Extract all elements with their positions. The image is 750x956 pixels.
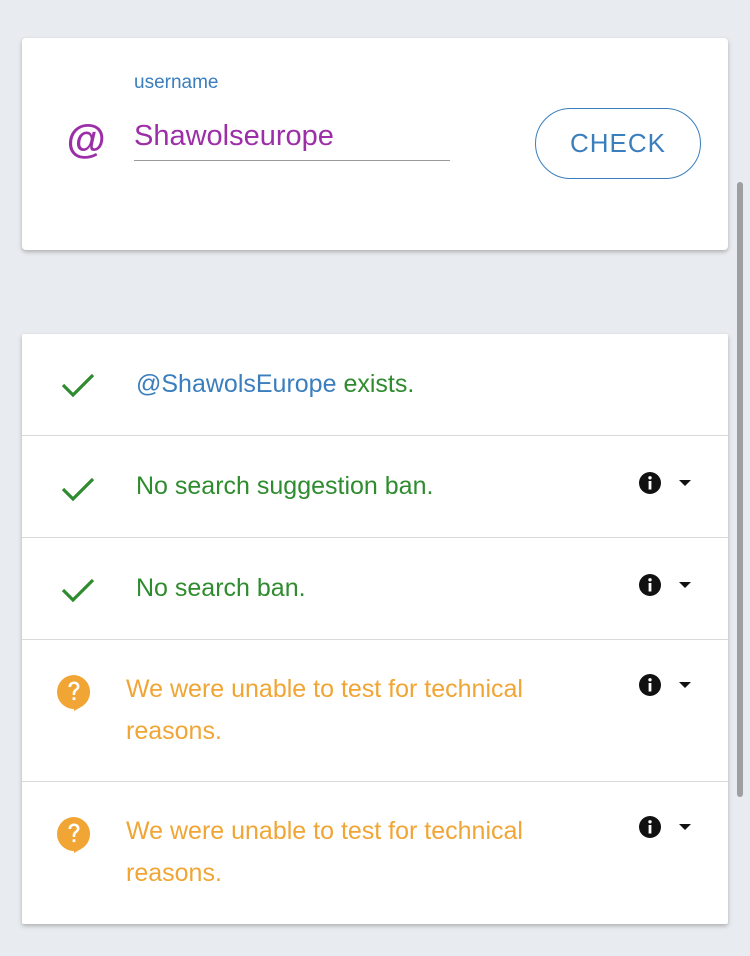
username-field-label: username — [134, 72, 219, 93]
result-exists-text: exists. — [336, 370, 415, 398]
results-card: @ShawolsEurope exists. No search suggest… — [22, 334, 728, 924]
checkmark-icon — [61, 477, 95, 502]
info-icon[interactable] — [638, 471, 662, 495]
result-text: No search ban. — [136, 574, 306, 602]
checkmark-icon — [61, 578, 95, 603]
twitter-handle-link[interactable]: @ShawolsEurope — [136, 370, 337, 398]
info-icon[interactable] — [638, 815, 662, 839]
info-icon[interactable] — [638, 573, 662, 597]
question-bubble-icon — [57, 817, 91, 853]
result-text: No search suggestion ban. — [136, 472, 434, 500]
at-icon: @ — [66, 118, 106, 162]
checkmark-icon — [61, 373, 95, 398]
caret-down-icon[interactable] — [678, 823, 692, 831]
info-icon[interactable] — [638, 673, 662, 697]
result-row-unknown: We were unable to test for technical rea… — [22, 782, 728, 924]
question-bubble-icon — [57, 675, 91, 711]
username-input[interactable] — [134, 112, 450, 161]
caret-down-icon[interactable] — [678, 479, 692, 487]
caret-down-icon[interactable] — [678, 681, 692, 689]
check-button[interactable]: CHECK — [535, 108, 701, 179]
result-row-suggestion-ban: No search suggestion ban. — [22, 436, 728, 538]
result-text: We were unable to test for technical rea… — [126, 675, 523, 745]
scrollbar-thumb[interactable] — [737, 182, 743, 797]
result-row-exists: @ShawolsEurope exists. — [22, 334, 728, 436]
result-row-search-ban: No search ban. — [22, 538, 728, 640]
result-text: We were unable to test for technical rea… — [126, 817, 523, 887]
result-row-unknown: We were unable to test for technical rea… — [22, 640, 728, 782]
result-text: @ShawolsEurope exists. — [136, 363, 606, 405]
caret-down-icon[interactable] — [678, 581, 692, 589]
